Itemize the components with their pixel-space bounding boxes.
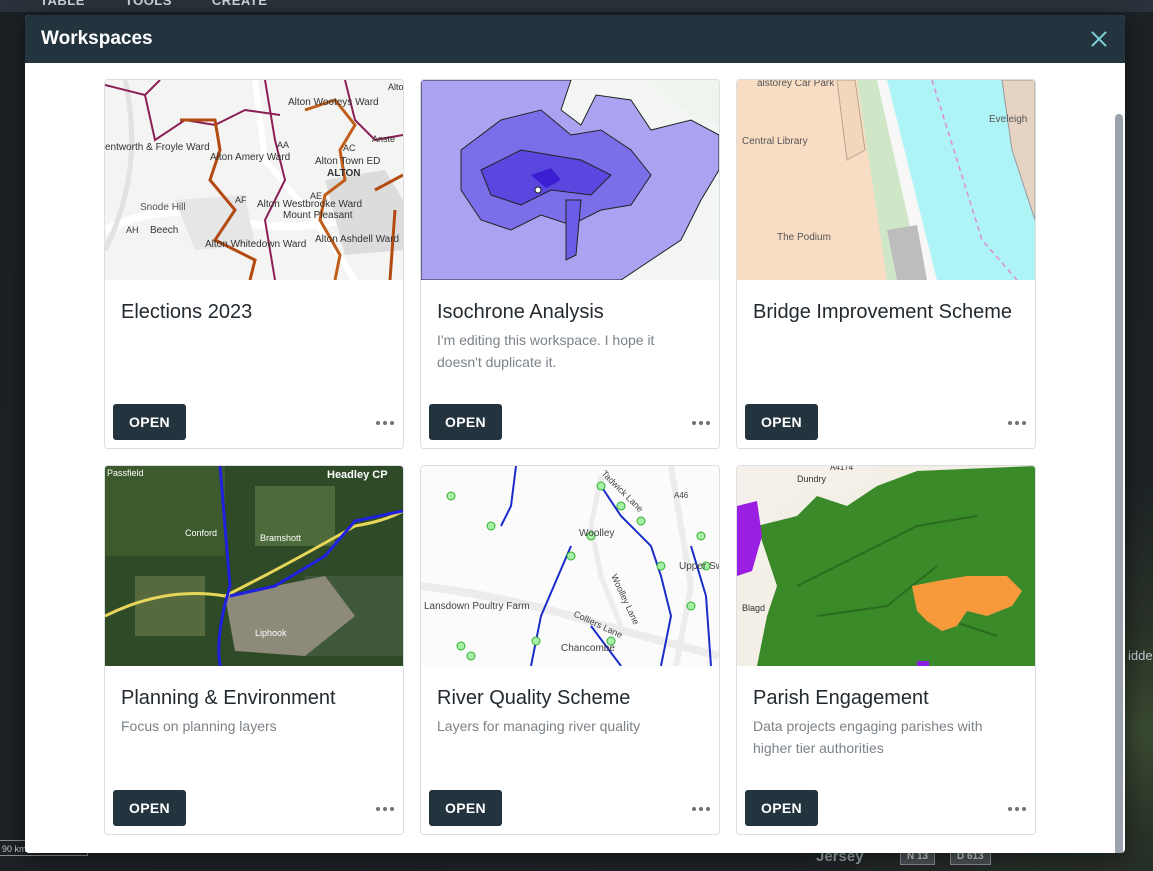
workspace-thumbnail-map: Alton Wooteys Ward entworth & Froyle War… bbox=[105, 80, 403, 280]
nav-tools[interactable]: TOOLS bbox=[125, 0, 172, 8]
svg-text:Snode Hill: Snode Hill bbox=[140, 202, 186, 213]
nav-create[interactable]: CREATE bbox=[212, 0, 267, 8]
workspace-title: Parish Engagement bbox=[753, 687, 929, 709]
svg-text:Beech: Beech bbox=[150, 225, 178, 236]
svg-text:Alton Wooteys Ward: Alton Wooteys Ward bbox=[288, 97, 379, 108]
workspace-description: Data projects engaging parishes with hig… bbox=[753, 718, 983, 756]
map-label-partial: idde bbox=[1128, 648, 1153, 663]
workspace-description: I'm editing this workspace. I hope it do… bbox=[437, 332, 655, 370]
open-button[interactable]: OPEN bbox=[745, 790, 818, 826]
workspace-description: Layers for managing river quality bbox=[437, 718, 641, 734]
top-nav: TABLE TOOLS CREATE bbox=[40, 0, 267, 8]
workspace-description: Focus on planning layers bbox=[121, 718, 277, 734]
open-button[interactable]: OPEN bbox=[745, 404, 818, 440]
workspace-card-planning: Passfield Conford Bramshott Liphook Head… bbox=[104, 465, 404, 835]
more-options-icon[interactable] bbox=[1007, 413, 1027, 433]
workspace-thumbnail-map: Woolley Lansdown Poultry Farm Chancombe … bbox=[421, 466, 719, 666]
svg-text:Anste: Anste bbox=[372, 134, 395, 144]
modal-title: Workspaces bbox=[41, 28, 153, 49]
nav-table[interactable]: TABLE bbox=[40, 0, 85, 8]
svg-text:Alton Town ED: Alton Town ED bbox=[315, 156, 380, 167]
svg-text:Alton Ashdell Ward: Alton Ashdell Ward bbox=[315, 234, 399, 245]
open-button[interactable]: OPEN bbox=[113, 404, 186, 440]
svg-text:Central Library: Central Library bbox=[742, 136, 808, 147]
svg-text:Dundry: Dundry bbox=[797, 474, 827, 484]
workspace-title: River Quality Scheme bbox=[437, 687, 631, 709]
workspace-card-elections: Alton Wooteys Ward entworth & Froyle War… bbox=[104, 79, 404, 449]
open-button[interactable]: OPEN bbox=[429, 790, 502, 826]
svg-text:Alto: Alto bbox=[388, 82, 403, 92]
svg-text:Headley CP: Headley CP bbox=[327, 469, 388, 481]
svg-text:AF: AF bbox=[235, 195, 247, 205]
svg-text:Eveleigh: Eveleigh bbox=[989, 114, 1027, 125]
open-button[interactable]: OPEN bbox=[113, 790, 186, 826]
svg-text:Mount Pleasant: Mount Pleasant bbox=[283, 210, 353, 221]
svg-text:Alton Whitedown Ward: Alton Whitedown Ward bbox=[205, 239, 306, 250]
svg-text:Upper Sw: Upper Sw bbox=[679, 561, 719, 572]
svg-text:alstorey Car Park: alstorey Car Park bbox=[757, 80, 835, 89]
svg-text:The Podium: The Podium bbox=[777, 232, 831, 243]
close-icon[interactable] bbox=[1089, 29, 1109, 49]
svg-text:AC: AC bbox=[343, 143, 356, 153]
svg-text:Liphook: Liphook bbox=[255, 628, 287, 638]
svg-text:Passfield: Passfield bbox=[107, 468, 144, 478]
modal-body: Alton Wooteys Ward entworth & Froyle War… bbox=[25, 63, 1125, 853]
workspace-thumbnail-map: Passfield Conford Bramshott Liphook Head… bbox=[105, 466, 403, 666]
workspace-thumbnail-map: alstorey Car Park Central Library The Po… bbox=[737, 80, 1035, 280]
svg-text:AE: AE bbox=[310, 191, 322, 201]
svg-text:Blagd: Blagd bbox=[742, 603, 765, 613]
svg-text:AA: AA bbox=[277, 140, 289, 150]
more-options-icon[interactable] bbox=[691, 413, 711, 433]
workspace-thumbnail-map: A4174 Dundry Blagd bbox=[737, 466, 1035, 666]
svg-text:Woolley: Woolley bbox=[579, 528, 614, 539]
open-button[interactable]: OPEN bbox=[429, 404, 502, 440]
more-options-icon[interactable] bbox=[375, 799, 395, 819]
more-options-icon[interactable] bbox=[375, 413, 395, 433]
svg-text:entworth & Froyle Ward: entworth & Froyle Ward bbox=[105, 142, 210, 153]
svg-text:Alton Amery Ward: Alton Amery Ward bbox=[210, 152, 290, 163]
workspace-card-parish: A4174 Dundry Blagd Parish Engagement Dat… bbox=[736, 465, 1036, 835]
more-options-icon[interactable] bbox=[691, 799, 711, 819]
svg-text:AH: AH bbox=[126, 225, 139, 235]
svg-text:A46: A46 bbox=[674, 491, 689, 500]
svg-text:Bramshott: Bramshott bbox=[260, 533, 302, 543]
workspace-title: Elections 2023 bbox=[121, 301, 253, 323]
workspace-title: Bridge Improvement Scheme bbox=[753, 301, 1013, 323]
workspace-card-isochrone: Isochrone Analysis I'm editing this work… bbox=[420, 79, 720, 449]
workspace-card-river: Woolley Lansdown Poultry Farm Chancombe … bbox=[420, 465, 720, 835]
workspace-card-bridge: alstorey Car Park Central Library The Po… bbox=[736, 79, 1036, 449]
app-topbar: TABLE TOOLS CREATE bbox=[0, 0, 1153, 12]
modal-scrollbar[interactable] bbox=[1115, 114, 1123, 853]
more-options-icon[interactable] bbox=[1007, 799, 1027, 819]
svg-text:Chancombe: Chancombe bbox=[561, 643, 615, 654]
svg-text:ALTON: ALTON bbox=[327, 168, 361, 179]
svg-text:Lansdown Poultry Farm: Lansdown Poultry Farm bbox=[424, 601, 530, 612]
workspace-title: Isochrone Analysis bbox=[437, 301, 604, 323]
workspace-thumbnail-map bbox=[421, 80, 719, 280]
workspace-title: Planning & Environment bbox=[121, 687, 336, 709]
workspace-grid: Alton Wooteys Ward entworth & Froyle War… bbox=[104, 79, 1036, 835]
svg-text:Conford: Conford bbox=[185, 528, 217, 538]
workspaces-modal: Workspaces Alton Wooteys Ward entworth &… bbox=[25, 15, 1125, 853]
svg-text:A4174: A4174 bbox=[830, 466, 854, 472]
modal-header: Workspaces bbox=[25, 15, 1125, 63]
